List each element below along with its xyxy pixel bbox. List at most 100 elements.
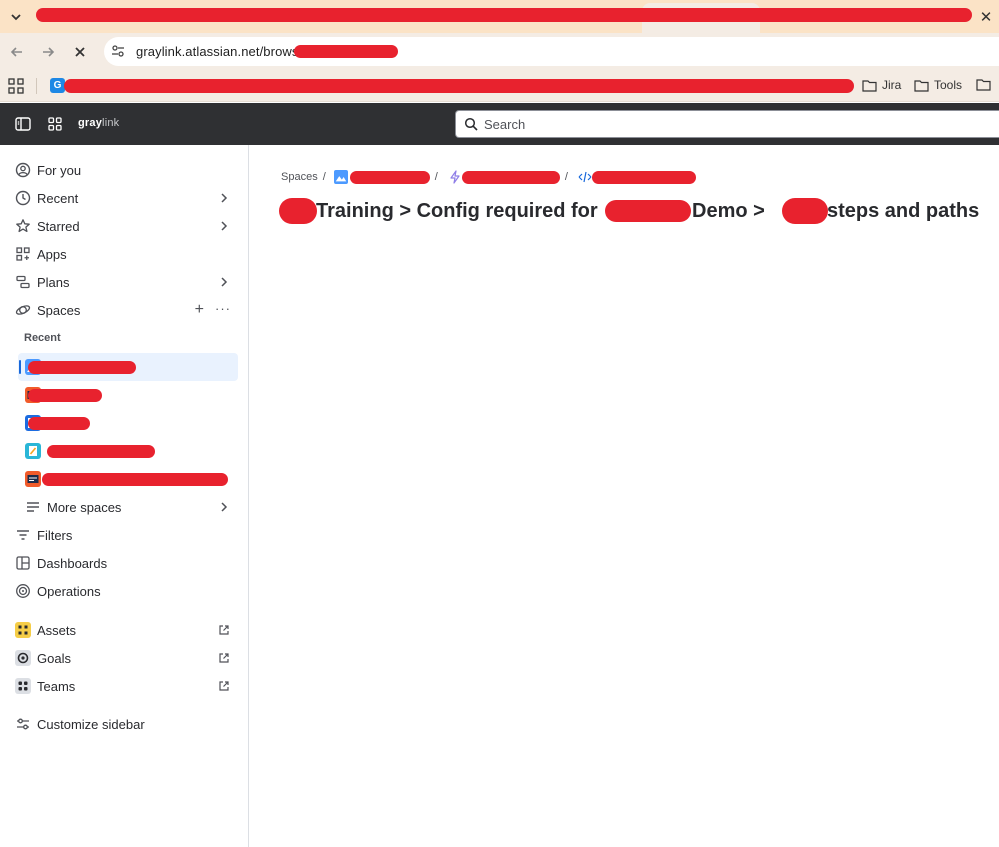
sidebar-item-label: Goals: [37, 650, 71, 666]
stop-loading-icon[interactable]: [70, 42, 90, 62]
sidebar-item-label: Filters: [37, 527, 73, 543]
chevron-right-icon[interactable]: [218, 501, 230, 513]
user-circle-icon: [15, 162, 31, 178]
recent-space-item[interactable]: [18, 465, 238, 493]
redacted-breadcrumb-epic[interactable]: [461, 170, 560, 184]
bookmarks-bar: G Jira Tools: [0, 70, 999, 102]
teams-icon: [15, 678, 31, 694]
app-switcher-icon[interactable]: [46, 115, 64, 133]
forward-arrow-icon[interactable]: [38, 42, 58, 62]
sidebar-item-dashboards[interactable]: Dashboards: [8, 549, 240, 577]
search-input[interactable]: Search: [455, 110, 999, 138]
sidebar-item-apps[interactable]: Apps: [8, 240, 240, 268]
window-close-icon[interactable]: ✕: [976, 7, 996, 27]
sidebar-item-label: Teams: [37, 678, 76, 694]
bookmark-label: Jira: [882, 78, 902, 92]
sidebar-item-label: Assets: [37, 622, 77, 638]
recent-space-item[interactable]: [18, 353, 238, 381]
app-logo[interactable]: graylink: [78, 117, 119, 129]
redacted-title-middle-2: [782, 198, 828, 224]
clock-icon: [15, 190, 31, 206]
url-text: graylink.atlassian.net/browse/: [136, 44, 310, 59]
logo-bold: gray: [78, 117, 103, 129]
redacted-space-name: [28, 417, 90, 430]
bookmark-folder-overflow[interactable]: [976, 78, 991, 91]
external-link-icon[interactable]: [218, 624, 230, 636]
filter-icon: [15, 527, 31, 543]
epic-lightning-icon: [448, 170, 462, 184]
folder-icon: [914, 79, 929, 92]
selected-indicator: [19, 360, 21, 374]
folder-icon: [976, 79, 991, 91]
chevron-right-icon[interactable]: [218, 276, 230, 288]
tab-search-chevron-icon[interactable]: [6, 7, 26, 27]
breadcrumb: Spaces / / /: [281, 170, 696, 184]
sidebar-item-spaces[interactable]: Spaces + ···: [8, 296, 240, 324]
redacted-breadcrumb-issue[interactable]: [591, 170, 696, 184]
sidebar-item-recent[interactable]: Recent: [8, 184, 240, 212]
back-arrow-icon[interactable]: [7, 42, 27, 62]
recent-spaces-header: Recent: [24, 332, 61, 344]
sidebar-item-customize[interactable]: Customize sidebar: [8, 710, 240, 738]
redacted-title-prefix: [279, 198, 317, 224]
chevron-right-icon[interactable]: [218, 220, 230, 232]
page-title: Training > Config required for Demo > st…: [279, 198, 999, 230]
bookmark-folder-jira[interactable]: Jira: [862, 78, 901, 92]
redacted-space-name: [28, 361, 136, 374]
redacted-tabs: [36, 8, 972, 22]
subtask-icon: [578, 170, 592, 184]
search-icon: [464, 117, 478, 131]
app-header: graylink Search: [0, 103, 999, 145]
sidebar-item-plans[interactable]: Plans: [8, 268, 240, 296]
sidebar-item-filters[interactable]: Filters: [8, 521, 240, 549]
operations-icon: [15, 583, 31, 599]
sidebar-item-more-spaces[interactable]: More spaces: [18, 493, 240, 521]
recent-space-item[interactable]: [18, 437, 238, 465]
browser-tab-strip: ✕: [0, 0, 999, 33]
sidebar-toggle-icon[interactable]: [14, 115, 32, 133]
apps-grid-icon[interactable]: [8, 78, 24, 94]
bookmark-separator: [36, 78, 37, 94]
plans-icon: [15, 274, 31, 290]
redacted-bookmarks: [64, 79, 854, 93]
external-link-icon[interactable]: [218, 652, 230, 664]
recent-space-item[interactable]: [18, 409, 238, 437]
bookmark-favicon-icon[interactable]: G: [50, 78, 65, 93]
space-avatar-icon: [25, 471, 41, 487]
sidebar-item-label: Recent: [37, 190, 79, 206]
add-space-icon[interactable]: +: [195, 301, 204, 319]
sidebar-item-label: Starred: [37, 218, 80, 234]
folder-icon: [862, 79, 877, 92]
chevron-right-icon[interactable]: [218, 192, 230, 204]
redacted-space-name: [42, 473, 228, 486]
sidebar-item-label: Plans: [37, 274, 70, 290]
breadcrumb-separator: /: [434, 171, 438, 183]
external-link-icon[interactable]: [218, 680, 230, 692]
sidebar-item-goals[interactable]: Goals: [8, 644, 240, 672]
site-settings-icon[interactable]: [110, 43, 126, 59]
sidebar-item-operations[interactable]: Operations: [8, 577, 240, 605]
sidebar-item-for-you[interactable]: For you: [8, 156, 240, 184]
breadcrumb-spaces-link[interactable]: Spaces: [281, 171, 318, 183]
more-options-icon[interactable]: ···: [215, 301, 231, 316]
sidebar-item-teams[interactable]: Teams: [8, 672, 240, 700]
redacted-breadcrumb-space[interactable]: [349, 170, 430, 184]
recent-space-item[interactable]: [18, 381, 238, 409]
sidebar-item-label: Customize sidebar: [37, 716, 145, 732]
sidebar-item-label: Dashboards: [37, 555, 108, 571]
assets-icon: [15, 622, 31, 638]
space-avatar-icon: [333, 170, 348, 184]
breadcrumb-separator: /: [322, 171, 326, 183]
search-placeholder: Search: [484, 117, 526, 132]
sidebar-item-label: Spaces: [37, 302, 81, 318]
redacted-space-name: [28, 389, 102, 402]
bookmark-folder-tools[interactable]: Tools: [914, 78, 962, 92]
redacted-space-name: [47, 445, 155, 458]
sidebar: For you Recent Starred Apps Plans Spaces…: [0, 145, 249, 847]
apps-icon: [15, 246, 31, 262]
address-bar-row: graylink.atlassian.net/browse/: [0, 33, 999, 70]
sidebar-item-assets[interactable]: Assets: [8, 616, 240, 644]
omnibox[interactable]: graylink.atlassian.net/browse/: [104, 37, 999, 66]
sidebar-item-label: More spaces: [47, 499, 122, 515]
sidebar-item-starred[interactable]: Starred: [8, 212, 240, 240]
